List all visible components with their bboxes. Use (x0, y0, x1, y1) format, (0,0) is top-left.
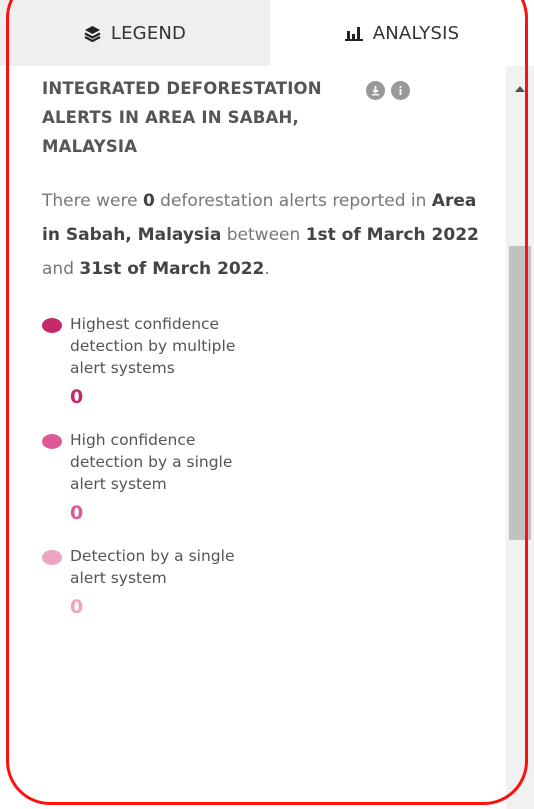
widget: INTEGRATED DEFORESTATION ALERTS IN AREA … (42, 74, 492, 621)
legend-dot-icon (42, 318, 62, 333)
summary-end-date: 31st of March 2022 (79, 259, 265, 279)
summary-start-date: 1st of March 2022 (305, 225, 479, 245)
analysis-panel[interactable]: INTEGRATED DEFORESTATION ALERTS IN AREA … (0, 66, 534, 809)
alert-item-value: 0 (70, 596, 84, 618)
info-icon[interactable] (391, 81, 410, 100)
widget-title: INTEGRATED DEFORESTATION ALERTS IN AREA … (42, 79, 322, 156)
summary-text-4: and (42, 259, 80, 279)
summary-text-5: . (264, 259, 270, 279)
bar-chart-icon (344, 25, 363, 41)
tab-legend[interactable]: LEGEND (0, 0, 270, 66)
layers-icon (84, 25, 101, 42)
alert-item-label: High confidence detection by a single al… (70, 431, 233, 493)
tab-analysis-label: ANALYSIS (372, 22, 460, 44)
scroll-up-arrow-icon[interactable] (506, 82, 534, 96)
scrollbar-thumb[interactable] (509, 246, 531, 540)
alert-item-high: High confidence detection by a single al… (42, 429, 492, 527)
summary-text-2: deforestation alerts reported in (154, 191, 432, 211)
legend-dot-icon (42, 550, 62, 565)
widget-actions (366, 81, 410, 100)
widget-summary: There were 0 deforestation alerts report… (42, 184, 482, 286)
alert-item-highest: Highest confidence detection by multiple… (42, 313, 492, 411)
alert-item-label: Detection by a single alert system (70, 547, 235, 587)
tab-bar: LEGEND ANALYSIS (0, 0, 534, 66)
alert-item-value: 0 (70, 386, 84, 408)
legend-dot-icon (42, 434, 62, 449)
alert-item-detection: Detection by a single alert system 0 (42, 545, 492, 621)
scrollbar[interactable] (506, 66, 534, 809)
tab-legend-label: LEGEND (110, 22, 187, 44)
alert-item-value: 0 (70, 502, 84, 524)
download-icon[interactable] (366, 81, 385, 100)
summary-count: 0 (142, 191, 155, 211)
alert-item-label: Highest confidence detection by multiple… (70, 315, 236, 377)
summary-text-3: between (221, 225, 306, 245)
summary-text-1: There were (42, 191, 143, 211)
tab-analysis[interactable]: ANALYSIS (270, 0, 534, 66)
